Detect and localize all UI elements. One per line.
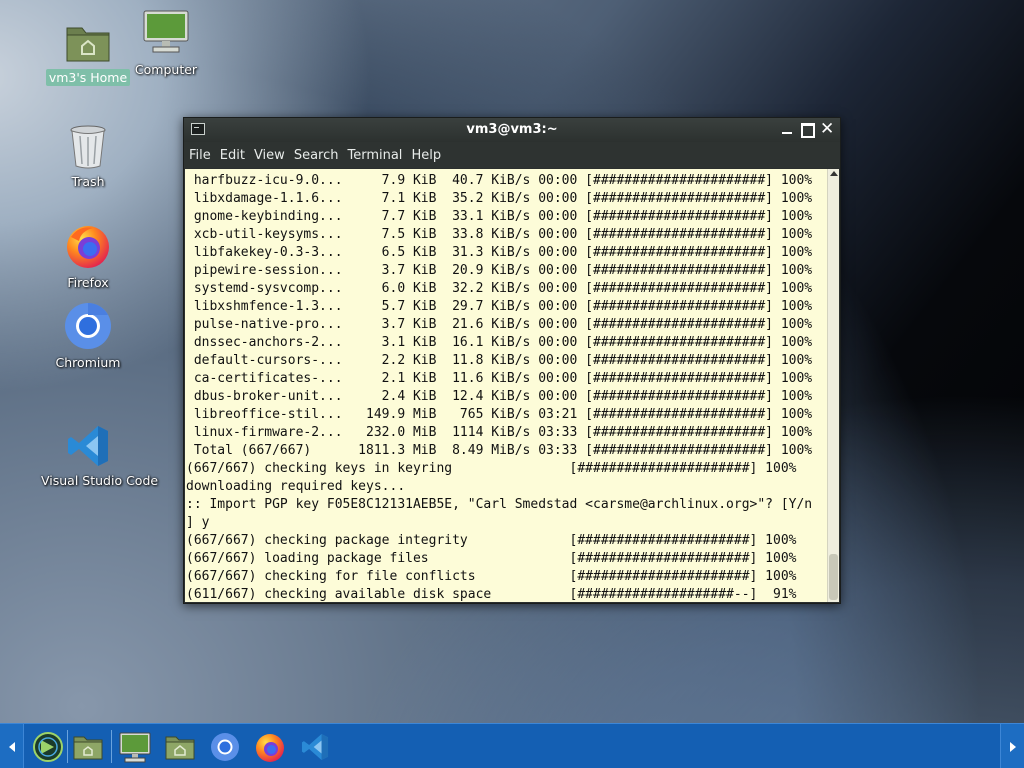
desktop-label-trash: Trash (71, 174, 105, 189)
menu-help[interactable]: Help (411, 148, 447, 163)
terminal-line: ] y (186, 515, 210, 530)
terminal-line: pipewire-session... 3.7 KiB 20.9 KiB/s 0… (186, 263, 813, 278)
taskbar-menu-button[interactable] (30, 729, 66, 765)
desktop-icon-chromium[interactable]: Chromium (38, 301, 138, 371)
taskbar (0, 723, 1024, 768)
taskbar-computer[interactable] (117, 729, 153, 765)
desktop-icon-firefox[interactable]: Firefox (38, 221, 138, 291)
close-button[interactable]: ✕ (820, 121, 834, 138)
scrollbar-thumb[interactable] (829, 554, 838, 600)
chromium-icon (65, 303, 111, 349)
taskbar-separator (111, 730, 112, 763)
vscode-icon (68, 426, 108, 466)
terminal-line: ca-certificates-... 2.1 KiB 11.6 KiB/s 0… (186, 371, 813, 386)
terminal-lines: harfbuzz-icu-9.0... 7.9 KiB 40.7 KiB/s 0… (185, 169, 827, 602)
terminal-line: libreoffice-stil... 149.9 MiB 765 KiB/s … (186, 407, 813, 422)
desktop-label-computer: Computer (134, 62, 198, 77)
terminal-window[interactable]: vm3@vm3:~ ✕ File Edit View Search Termin… (183, 117, 841, 604)
menu-view[interactable]: View (254, 148, 291, 163)
files-icon (73, 736, 103, 760)
terminal-line: systemd-sysvcomp... 6.0 KiB 32.2 KiB/s 0… (186, 281, 813, 296)
terminal-line: gnome-keybinding... 7.7 KiB 33.1 KiB/s 0… (186, 209, 813, 224)
terminal-line: dnssec-anchors-2... 3.1 KiB 16.1 KiB/s 0… (186, 335, 813, 350)
trash-icon (70, 125, 106, 169)
minimize-button[interactable] (780, 122, 794, 136)
terminal-line: harfbuzz-icu-9.0... 7.9 KiB 40.7 KiB/s 0… (186, 173, 813, 188)
taskbar-scroll-right[interactable] (1000, 724, 1024, 768)
chromium-icon (211, 733, 239, 761)
home-folder-icon (165, 736, 195, 760)
computer-icon (119, 732, 151, 763)
vscode-icon (301, 733, 329, 761)
desktop-icon-trash[interactable]: Trash (38, 122, 138, 190)
terminal-line: libxshmfence-1.3... 5.7 KiB 29.7 KiB/s 0… (186, 299, 813, 314)
computer-icon (143, 10, 189, 53)
menu-file[interactable]: File (189, 148, 217, 163)
terminal-line: (667/667) checking package integrity [##… (186, 533, 797, 548)
terminal-line: linux-firmware-2... 232.0 MiB 1114 KiB/s… (186, 425, 813, 440)
terminal-line: pulse-native-pro... 3.7 KiB 21.6 KiB/s 0… (186, 317, 813, 332)
menu-search[interactable]: Search (294, 148, 345, 163)
desktop-label-vscode: Visual Studio Code (41, 473, 159, 488)
firefox-icon (67, 226, 109, 268)
terminal-line: (667/667) loading package files [#######… (186, 551, 797, 566)
terminal-line: Total (667/667) 1811.3 MiB 8.49 MiB/s 03… (186, 443, 813, 458)
terminal-line: libfakekey-0.3-3... 6.5 KiB 31.3 KiB/s 0… (186, 245, 813, 260)
scrollbar[interactable] (827, 169, 839, 602)
home-folder-icon (66, 27, 110, 62)
terminal-line: :: Import PGP key F05E8C12131AEB5E, "Car… (186, 497, 813, 512)
menubar: File Edit View Search Terminal Help (184, 142, 840, 168)
desktop-label-firefox: Firefox (67, 275, 109, 290)
terminal-output[interactable]: harfbuzz-icu-9.0... 7.9 KiB 40.7 KiB/s 0… (185, 169, 827, 602)
desktop-label-chromium: Chromium (55, 355, 121, 370)
taskbar-scroll-left[interactable] (0, 724, 24, 768)
menu-edit[interactable]: Edit (220, 148, 251, 163)
taskbar-files[interactable] (70, 729, 106, 765)
terminal-line: (611/667) checking available disk space … (186, 587, 797, 602)
firefox-icon (256, 734, 284, 762)
window-title: vm3@vm3:~ (466, 122, 558, 137)
taskbar-home-folder[interactable] (162, 729, 198, 765)
terminal-line: libxdamage-1.1.6... 7.1 KiB 35.2 KiB/s 0… (186, 191, 813, 206)
scroll-up-arrow[interactable] (830, 171, 838, 176)
terminal-line: dbus-broker-unit... 2.4 KiB 12.4 KiB/s 0… (186, 389, 813, 404)
terminal-line: (667/667) checking for file conflicts [#… (186, 569, 797, 584)
titlebar[interactable]: vm3@vm3:~ ✕ (184, 118, 840, 142)
terminal-line: (667/667) checking keys in keyring [####… (186, 461, 797, 476)
maximize-button[interactable] (800, 122, 815, 138)
terminal-line: downloading required keys... (186, 479, 406, 494)
taskbar-vscode[interactable] (297, 729, 333, 765)
taskbar-separator (67, 730, 68, 763)
taskbar-firefox[interactable] (252, 729, 288, 765)
terminal-line: default-cursors-... 2.2 KiB 11.8 KiB/s 0… (186, 353, 813, 368)
terminal-line: xcb-util-keysyms... 7.5 KiB 33.8 KiB/s 0… (186, 227, 813, 242)
taskbar-chromium[interactable] (207, 729, 243, 765)
menu-icon (33, 732, 63, 762)
arrow-right-icon (1009, 741, 1016, 752)
menu-terminal[interactable]: Terminal (347, 148, 408, 163)
desktop-icon-computer[interactable]: Computer (116, 8, 216, 78)
arrow-left-icon (8, 741, 15, 752)
desktop-icon-vscode[interactable]: Visual Studio Code (38, 423, 158, 489)
